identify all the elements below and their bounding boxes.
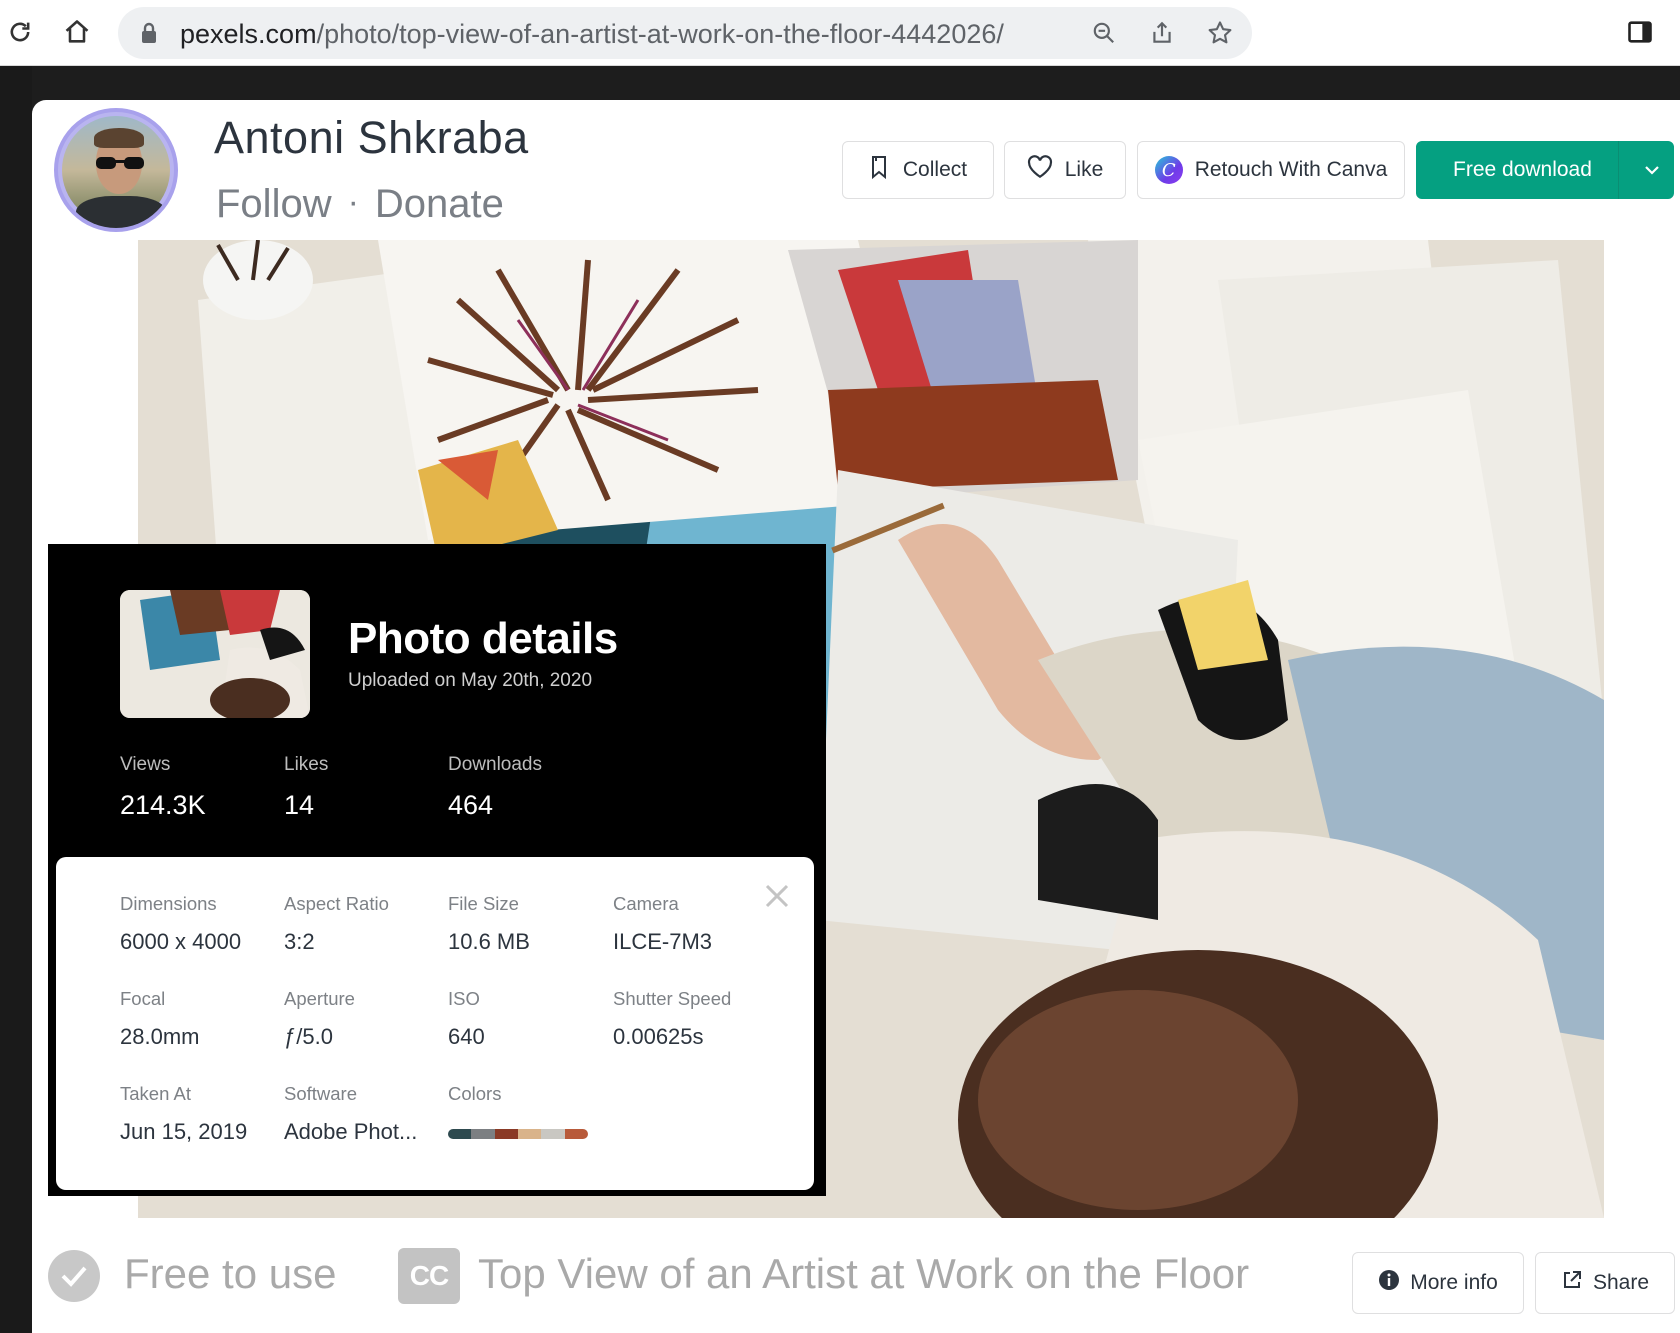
spec-value-file-size: 10.6 MB bbox=[448, 929, 530, 954]
photo-details-panel: Photo details Uploaded on May 20th, 2020… bbox=[48, 544, 826, 1196]
author-name[interactable]: Antoni Shkraba bbox=[214, 112, 529, 164]
download-label: Free download bbox=[1453, 158, 1592, 181]
chevron-down-icon[interactable] bbox=[1630, 141, 1673, 199]
spec-value-aperture: ƒ/5.0 bbox=[284, 1024, 333, 1049]
zoom-icon[interactable] bbox=[1088, 17, 1120, 49]
color-swatch-4[interactable] bbox=[517, 1129, 542, 1139]
checkmark-icon bbox=[48, 1250, 100, 1302]
photo-thumbnail bbox=[120, 590, 310, 718]
color-swatches[interactable] bbox=[448, 1129, 588, 1139]
color-swatch-1[interactable] bbox=[448, 1129, 472, 1139]
spec-value-dimensions: 6000 x 4000 bbox=[120, 929, 242, 954]
spec-label-dimensions: Dimensions bbox=[120, 893, 217, 914]
spec-value-taken-at: Jun 15, 2019 bbox=[120, 1119, 248, 1144]
address-bar[interactable]: pexels.com/photo/top-view-of-an-artist-a… bbox=[118, 7, 1252, 59]
spec-label-aspect-ratio: Aspect Ratio bbox=[284, 893, 389, 914]
share-page-icon[interactable] bbox=[1146, 17, 1178, 49]
photo-specs-card: Dimensions 6000 x 4000 Aspect Ratio 3:2 … bbox=[56, 857, 814, 1190]
author-avatar[interactable] bbox=[54, 108, 178, 232]
modal-backdrop[interactable] bbox=[0, 66, 1680, 100]
spec-value-shutter-speed: 0.00625s bbox=[613, 1024, 704, 1049]
collect-label: Collect bbox=[902, 158, 968, 181]
details-title: Photo details bbox=[348, 614, 618, 663]
modal-backdrop-edge[interactable] bbox=[0, 66, 32, 1333]
reload-icon[interactable] bbox=[2, 14, 38, 50]
info-icon bbox=[1378, 1269, 1400, 1297]
upload-date: Uploaded on May 20th, 2020 bbox=[348, 670, 593, 691]
spec-label-focal: Focal bbox=[120, 988, 166, 1009]
spec-value-software: Adobe Phot... bbox=[284, 1119, 418, 1144]
stat-label-downloads: Downloads bbox=[448, 754, 542, 775]
spec-value-camera: ILCE-7M3 bbox=[613, 929, 713, 954]
url-text: pexels.com/photo/top-view-of-an-artist-a… bbox=[180, 19, 1004, 49]
side-panel-icon[interactable] bbox=[1622, 14, 1658, 50]
browser-toolbar: pexels.com/photo/top-view-of-an-artist-a… bbox=[0, 0, 1680, 66]
color-swatch-3[interactable] bbox=[494, 1129, 518, 1139]
more-info-label: More info bbox=[1410, 1271, 1498, 1294]
spec-value-iso: 640 bbox=[448, 1024, 485, 1049]
close-icon[interactable] bbox=[762, 881, 792, 911]
collect-button[interactable]: Collect bbox=[842, 141, 994, 199]
spec-label-file-size: File Size bbox=[448, 893, 519, 914]
spec-label-camera: Camera bbox=[613, 893, 679, 914]
spec-label-software: Software bbox=[284, 1083, 358, 1104]
stat-label-likes: Likes bbox=[284, 754, 329, 775]
bookmark-star-icon[interactable] bbox=[1204, 17, 1236, 49]
cc-badge-icon: CC bbox=[398, 1248, 460, 1304]
spec-label-colors: Colors bbox=[448, 1083, 502, 1104]
button-divider bbox=[1617, 141, 1619, 199]
lock-icon bbox=[140, 22, 158, 49]
stat-value-views: 214.3K bbox=[120, 790, 206, 820]
stat-value-likes: 14 bbox=[284, 790, 315, 820]
spec-label-iso: ISO bbox=[448, 988, 480, 1009]
spec-value-aspect-ratio: 3:2 bbox=[284, 929, 315, 954]
author-links: Follow · Donate bbox=[216, 182, 504, 227]
bookmark-icon bbox=[869, 154, 891, 186]
spec-label-taken-at: Taken At bbox=[120, 1083, 191, 1104]
free-download-button[interactable]: Free download bbox=[1416, 141, 1674, 199]
retouch-canva-button[interactable]: C Retouch With Canva bbox=[1137, 141, 1405, 199]
like-label: Like bbox=[1064, 158, 1104, 181]
spec-label-shutter-speed: Shutter Speed bbox=[613, 988, 732, 1009]
external-share-icon bbox=[1561, 1269, 1583, 1297]
like-button[interactable]: Like bbox=[1004, 141, 1126, 199]
photo-title: Top View of an Artist at Work on the Flo… bbox=[478, 1250, 1250, 1297]
color-swatch-6[interactable] bbox=[564, 1129, 588, 1139]
more-info-button[interactable]: More info bbox=[1352, 1252, 1524, 1314]
license-label[interactable]: Free to use bbox=[124, 1250, 336, 1298]
canva-logo-icon: C bbox=[1154, 156, 1183, 184]
home-icon[interactable] bbox=[59, 14, 95, 50]
donate-link[interactable]: Donate bbox=[375, 182, 504, 226]
color-swatch-5[interactable] bbox=[541, 1129, 565, 1139]
canva-label: Retouch With Canva bbox=[1194, 158, 1388, 181]
follow-link[interactable]: Follow bbox=[216, 182, 332, 226]
heart-icon bbox=[1027, 155, 1053, 185]
separator-dot: · bbox=[347, 183, 359, 221]
spec-label-aperture: Aperture bbox=[284, 988, 355, 1009]
color-swatch-2[interactable] bbox=[471, 1129, 495, 1139]
share-button[interactable]: Share bbox=[1535, 1252, 1675, 1314]
share-label: Share bbox=[1592, 1271, 1650, 1294]
stat-value-downloads: 464 bbox=[448, 790, 494, 820]
spec-value-focal: 28.0mm bbox=[120, 1024, 200, 1049]
stat-label-views: Views bbox=[120, 754, 171, 775]
